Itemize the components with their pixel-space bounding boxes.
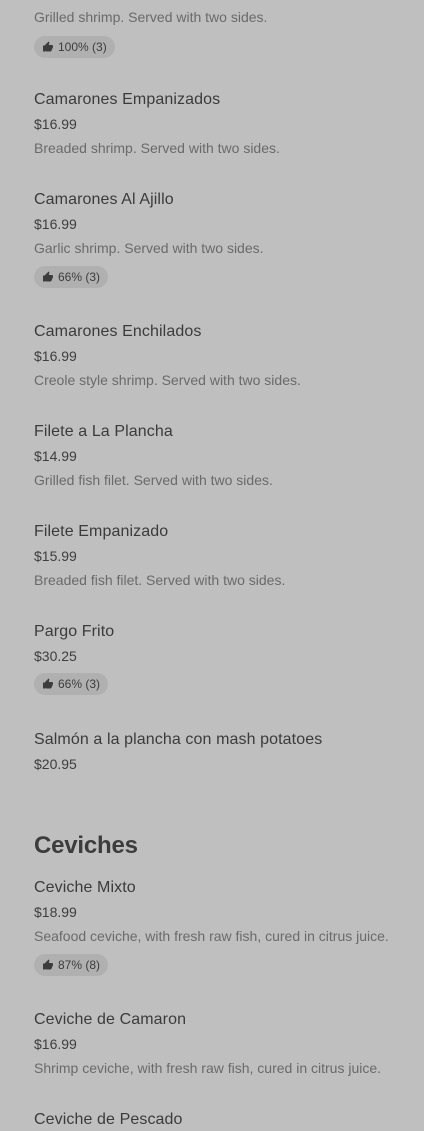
menu-item[interactable]: Ceviche de Pescado bbox=[34, 1109, 414, 1131]
item-price: $16.99 bbox=[34, 216, 77, 232]
item-description: Breaded fish filet. Served with two side… bbox=[34, 572, 286, 588]
item-price: $16.99 bbox=[34, 1036, 77, 1052]
item-price: $15.99 bbox=[34, 548, 77, 564]
item-name: Ceviche Mixto bbox=[34, 879, 136, 896]
thumbs-up-icon bbox=[43, 271, 53, 282]
menu-item[interactable]: Salmón a la plancha con mash potatoes $2… bbox=[34, 729, 414, 774]
menu-item[interactable]: Camarones Al Ajillo $16.99 Garlic shrimp… bbox=[34, 189, 414, 288]
item-price: $20.95 bbox=[34, 756, 77, 772]
menu-item-partial[interactable]: Grilled shrimp. Served with two sides. 1… bbox=[34, 7, 414, 58]
item-description: Seafood ceviche, with fresh raw fish, cu… bbox=[34, 928, 389, 944]
thumbs-up-icon bbox=[43, 41, 53, 52]
rating-badge: 66% (3) bbox=[34, 673, 109, 695]
menu-item[interactable]: Filete Empanizado $15.99 Breaded fish fi… bbox=[34, 521, 414, 590]
menu-item[interactable]: Filete a La Plancha $14.99 Grilled fish … bbox=[34, 421, 414, 490]
menu-item[interactable]: Camarones Empanizados $16.99 Breaded shr… bbox=[34, 89, 414, 158]
item-name: Camarones Al Ajillo bbox=[34, 191, 174, 208]
menu-item[interactable]: Camarones Enchilados $16.99 Creole style… bbox=[34, 321, 414, 390]
rating-text: 100% (3) bbox=[58, 40, 107, 54]
item-description: Shrimp ceviche, with fresh raw fish, cur… bbox=[34, 1060, 382, 1076]
rating-text: 66% (3) bbox=[58, 270, 101, 284]
item-name: Camarones Empanizados bbox=[34, 91, 221, 108]
item-description: Creole style shrimp. Served with two sid… bbox=[34, 372, 301, 388]
item-description: Breaded shrimp. Served with two sides. bbox=[34, 140, 280, 156]
menu-item[interactable]: Ceviche de Camaron $16.99 Shrimp ceviche… bbox=[34, 1009, 414, 1078]
item-name: Ceviche de Pescado bbox=[34, 1111, 183, 1128]
item-description: Garlic shrimp. Served with two sides. bbox=[34, 240, 264, 256]
rating-badge: 87% (8) bbox=[34, 954, 109, 976]
item-price: $30.25 bbox=[34, 648, 77, 664]
item-name: Filete a La Plancha bbox=[34, 423, 173, 440]
rating-badge: 66% (3) bbox=[34, 266, 109, 288]
item-name: Filete Empanizado bbox=[34, 523, 169, 540]
item-price: $16.99 bbox=[34, 348, 77, 364]
menu-item[interactable]: Pargo Frito $30.25 66% (3) bbox=[34, 621, 414, 695]
thumbs-up-icon bbox=[43, 678, 53, 689]
item-name: Pargo Frito bbox=[34, 623, 115, 640]
rating-text: 66% (3) bbox=[58, 677, 101, 691]
item-description: Grilled fish filet. Served with two side… bbox=[34, 472, 273, 488]
section-title-ceviches: Ceviches bbox=[34, 832, 138, 859]
item-name: Salmón a la plancha con mash potatoes bbox=[34, 731, 323, 748]
item-price: $18.99 bbox=[34, 904, 77, 920]
thumbs-up-icon bbox=[43, 959, 53, 970]
menu-item[interactable]: Ceviche Mixto $18.99 Seafood ceviche, wi… bbox=[34, 877, 414, 976]
item-name: Camarones Enchilados bbox=[34, 323, 202, 340]
item-description: Grilled shrimp. Served with two sides. bbox=[34, 9, 268, 25]
item-price: $16.99 bbox=[34, 116, 77, 132]
item-price: $14.99 bbox=[34, 448, 77, 464]
rating-badge: 100% (3) bbox=[34, 36, 115, 58]
item-name: Ceviche de Camaron bbox=[34, 1011, 187, 1028]
rating-text: 87% (8) bbox=[58, 958, 101, 972]
